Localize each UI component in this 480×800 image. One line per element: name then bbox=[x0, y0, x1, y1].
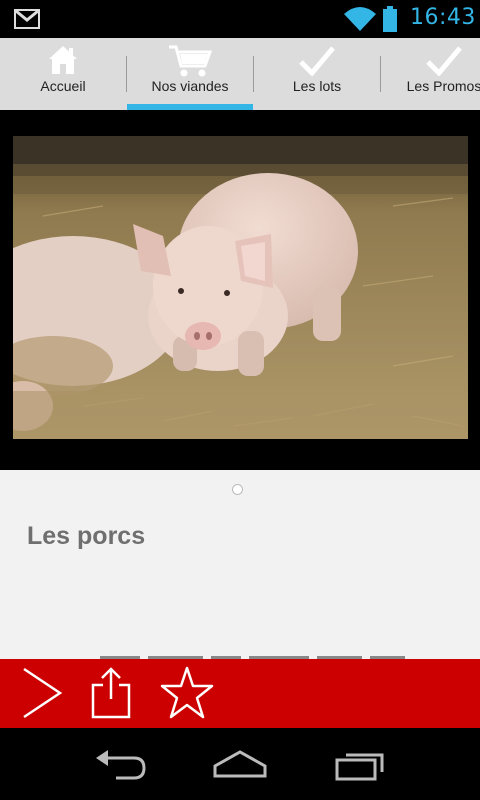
cart-icon bbox=[169, 45, 212, 77]
back-icon[interactable] bbox=[94, 748, 148, 782]
pig-photo bbox=[13, 136, 468, 439]
tab-nos-viandes[interactable]: Nos viandes bbox=[127, 38, 253, 110]
tab-accueil[interactable]: Accueil bbox=[0, 38, 126, 110]
battery-icon bbox=[383, 6, 397, 32]
status-bar: 16:43 bbox=[0, 0, 480, 38]
next-arrow-icon[interactable] bbox=[18, 665, 66, 721]
tab-bar: Accueil Nos viandes Les lots Les Promos bbox=[0, 38, 480, 110]
check-icon bbox=[299, 46, 335, 76]
recent-apps-icon[interactable] bbox=[334, 748, 388, 782]
clock: 16:43 bbox=[410, 5, 476, 30]
product-title: Les porcs bbox=[27, 522, 146, 550]
tab-label: Nos viandes bbox=[151, 78, 229, 94]
check-icon bbox=[426, 46, 462, 76]
tab-les-promos[interactable]: Les Promos bbox=[381, 38, 480, 110]
action-bar bbox=[0, 659, 480, 728]
tab-les-lots[interactable]: Les lots bbox=[254, 38, 380, 110]
system-nav-bar bbox=[0, 728, 480, 800]
home-icon[interactable] bbox=[212, 748, 268, 780]
wifi-icon bbox=[344, 7, 376, 31]
page-indicator-dot bbox=[232, 484, 243, 495]
tab-label: Les Promos bbox=[406, 78, 480, 94]
home-icon bbox=[49, 46, 77, 74]
tab-label: Les lots bbox=[292, 78, 342, 94]
gmail-icon bbox=[14, 9, 40, 29]
favorite-star-icon[interactable] bbox=[160, 665, 214, 721]
share-icon[interactable] bbox=[88, 665, 134, 721]
content-panel: Les porcs bbox=[0, 470, 480, 660]
tab-label: Accueil bbox=[40, 78, 86, 94]
image-carousel[interactable] bbox=[0, 110, 480, 470]
